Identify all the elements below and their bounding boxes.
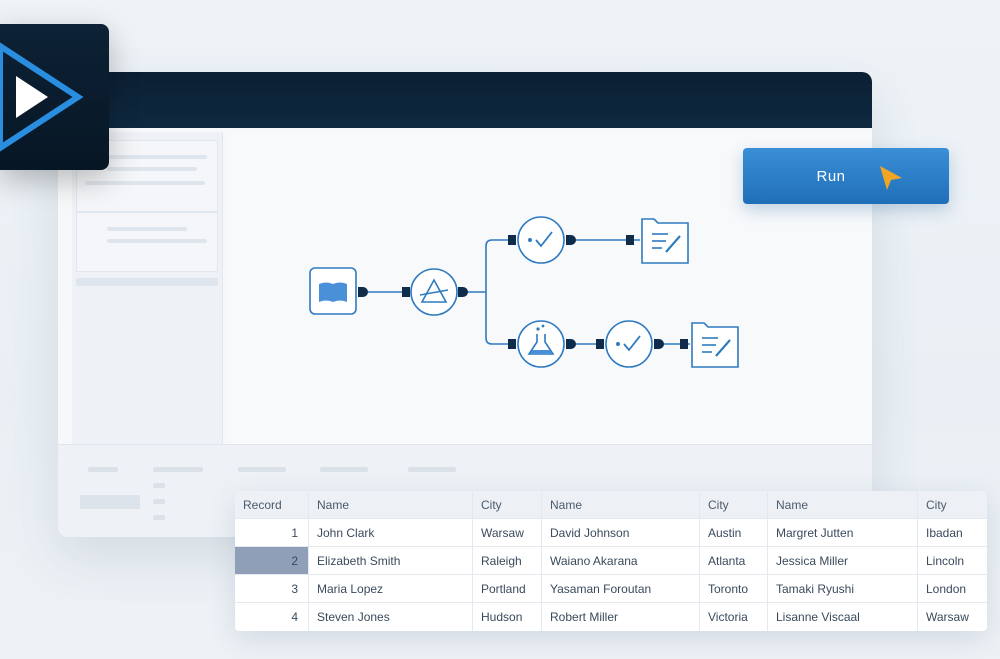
name-cell: Lisanne Viscaal (768, 603, 918, 631)
city-cell: Warsaw (473, 519, 542, 547)
table-header-row: Record Name City Name City Name City (235, 491, 987, 519)
city-cell: Austin (700, 519, 768, 547)
name-cell: Elizabeth Smith (309, 547, 473, 575)
flask-icon[interactable] (517, 320, 565, 368)
city-cell: Raleigh (473, 547, 542, 575)
header-city[interactable]: City (918, 491, 987, 519)
table-row[interactable]: 1 John Clark Warsaw David Johnson Austin… (235, 519, 987, 547)
record-cell: 4 (235, 603, 309, 631)
city-cell: Warsaw (926, 610, 969, 624)
header-city[interactable]: City (473, 491, 542, 519)
name-cell: David Johnson (542, 519, 700, 547)
table-row-selected[interactable]: 2 Elizabeth Smith Raleigh Waiano Akarana… (235, 547, 987, 575)
city-cell: Atlanta (700, 547, 768, 575)
prism-icon[interactable] (410, 268, 458, 316)
city-cell: Victoria (700, 603, 768, 631)
check-circle-icon[interactable] (517, 216, 565, 264)
header-name[interactable]: Name (542, 491, 700, 519)
header-name[interactable]: Name (768, 491, 918, 519)
header-city[interactable]: City (700, 491, 768, 519)
table-row[interactable]: 4 Steven Jones Hudson Robert Miller Vict… (235, 603, 987, 631)
book-icon[interactable] (309, 267, 357, 315)
name-cell: Robert Miller (542, 603, 700, 631)
table-row[interactable]: 3 Maria Lopez Portland Yasaman Foroutan … (235, 575, 987, 603)
name-cell: John Clark (309, 519, 473, 547)
name-cell: Margret Jutten (768, 519, 918, 547)
name-cell: Maria Lopez (309, 575, 473, 603)
results-table: Record Name City Name City Name City 1 J… (235, 491, 987, 631)
name-cell: Jessica Miller (768, 547, 918, 575)
name-cell: Waiano Akarana (542, 547, 700, 575)
record-cell: 1 (235, 519, 309, 547)
city-cell: London (918, 575, 987, 603)
name-cell: Tamaki Ryushi (768, 575, 918, 603)
city-cell: Lincoln (918, 547, 987, 575)
folder-edit-icon[interactable] (691, 322, 739, 368)
name-cell: Yasaman Foroutan (542, 575, 700, 603)
city-cell: Hudson (473, 603, 542, 631)
city-cell: Portland (473, 575, 542, 603)
record-cell: 3 (235, 575, 309, 603)
header-record[interactable]: Record (235, 491, 309, 519)
city-cell: Ibadan (918, 519, 987, 547)
record-cell: 2 (235, 547, 309, 575)
check-circle-icon[interactable] (605, 320, 653, 368)
header-name[interactable]: Name (309, 491, 473, 519)
name-cell: Steven Jones (309, 603, 473, 631)
city-cell: Toronto (700, 575, 768, 603)
folder-edit-icon[interactable] (641, 218, 689, 264)
